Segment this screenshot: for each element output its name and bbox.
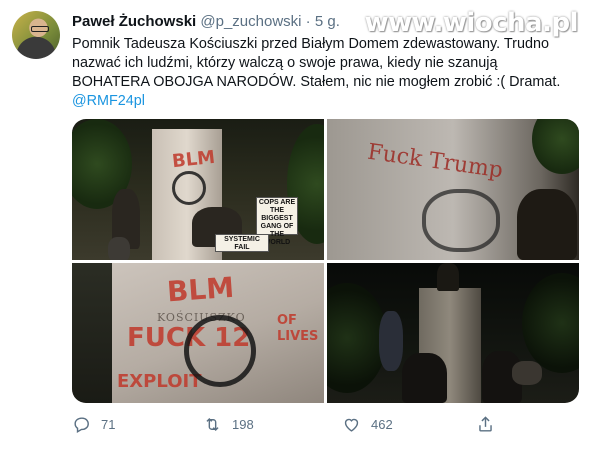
graffiti-circle [172, 171, 206, 205]
graffiti-blm: BLM [171, 146, 217, 173]
avatar[interactable] [12, 11, 60, 59]
statue-eagle [402, 353, 447, 403]
person [108, 237, 130, 260]
retweet-icon [206, 417, 219, 431]
reply-icon [74, 416, 89, 433]
photo-3[interactable]: BLM KOŚCIUSZKO FUCK 12 OF LIVES EXPLOIT [72, 263, 324, 403]
media-grid: BLM COPS ARE THE BIGGEST GANG OF THE WOR… [72, 119, 579, 403]
avatar-glasses [31, 26, 49, 32]
protest-sign-2: SYSTEMIC FAIL [215, 234, 269, 252]
person-on-monument [379, 311, 403, 371]
statue-silhouette [517, 189, 577, 260]
graffiti-blm-large: BLM [165, 270, 236, 309]
tweet-text: Pomnik Tadeusza Kościuszki przed Białym … [72, 35, 577, 111]
photo-4[interactable] [327, 263, 579, 403]
mention-link[interactable]: @RMF24pl [72, 93, 145, 109]
like-count: 462 [371, 416, 393, 432]
tweet-timestamp[interactable]: 5 g. [315, 13, 340, 30]
graffiti-of-lives: OF LIVES [277, 313, 319, 344]
person-sitting [512, 361, 542, 385]
author-name[interactable]: Paweł Żuchowski [72, 13, 196, 30]
tree-left [327, 283, 387, 393]
tweet-actions: 71 198 462 [72, 412, 552, 436]
tree-top [532, 119, 579, 174]
reply-button[interactable]: 71 [72, 412, 115, 436]
heart-icon [344, 418, 359, 432]
header-separator: · [305, 13, 311, 30]
photo-2[interactable]: Fuck Trump [327, 119, 579, 260]
site-watermark: www.wiocha.pl [364, 8, 579, 38]
graffiti-black-face [184, 315, 256, 387]
statue-top [437, 263, 459, 291]
author-handle[interactable]: @p_zuchowski [200, 13, 301, 30]
tweet: Paweł Żuchowski @p_zuchowski · 5 g. www.… [0, 0, 592, 449]
tree-right [522, 273, 579, 373]
tweet-body: Pomnik Tadeusza Kościuszki przed Białym … [72, 36, 561, 90]
share-button[interactable] [476, 412, 495, 436]
retweet-count: 198 [232, 416, 254, 432]
reply-count: 71 [101, 416, 116, 432]
graffiti-exploit: EXPLOIT [117, 371, 202, 392]
photo-1[interactable]: BLM COPS ARE THE BIGGEST GANG OF THE WOR… [72, 119, 324, 260]
like-button[interactable]: 462 [342, 412, 393, 436]
tweet-header: Paweł Żuchowski @p_zuchowski · 5 g. [72, 12, 340, 31]
retweet-button[interactable]: 198 [203, 412, 254, 436]
graffiti-black-circle [422, 189, 500, 252]
share-icon [479, 415, 492, 432]
graffiti-fuck-trump: Fuck Trump [365, 139, 505, 184]
protest-sign-1: COPS ARE THE BIGGEST GANG OF THE WORLD [256, 197, 298, 246]
dark-edge [72, 263, 112, 403]
